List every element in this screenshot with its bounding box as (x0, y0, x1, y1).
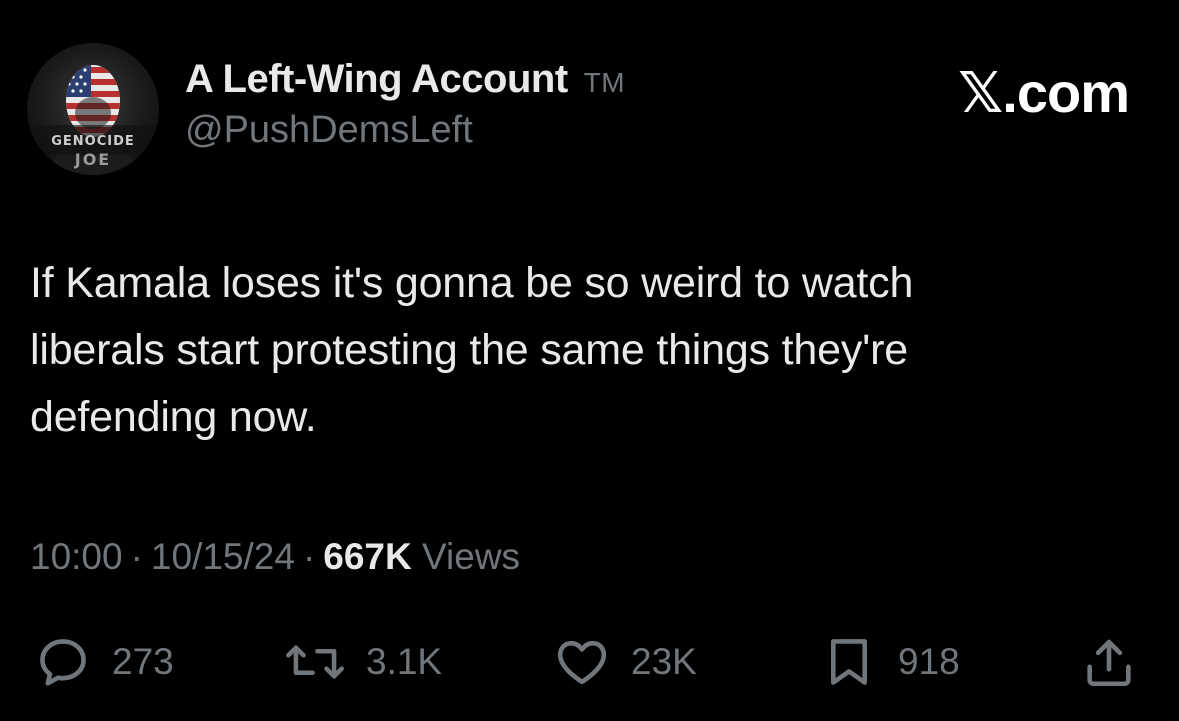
tweet-date[interactable]: 10/15/24 (151, 536, 295, 577)
views-count: 667K (323, 536, 412, 577)
meta-separator: · (302, 536, 316, 577)
share-button[interactable] (1080, 632, 1138, 692)
svg-text:GENOCIDE: GENOCIDE (51, 134, 135, 149)
heart-icon (557, 640, 607, 685)
author-handle[interactable]: @PushDemsLeft (185, 109, 473, 152)
repost-icon (286, 645, 344, 679)
reply-button[interactable]: 273 (34, 632, 174, 692)
avatar-image: GENOCIDE JOE (27, 65, 159, 175)
like-count: 23K (631, 641, 697, 682)
tweet-text-line: If Kamala loses it's gonna be so weird t… (30, 259, 914, 307)
tweet-time[interactable]: 10:00 (30, 536, 123, 577)
tweet-meta: 10:00 · 10/15/24 · 667K Views (30, 536, 520, 578)
author-display-name[interactable]: A Left-Wing Account (185, 57, 568, 102)
repost-button[interactable]: 3.1K (284, 632, 442, 692)
trademark-badge: TM (583, 67, 626, 98)
tweet-text-line: defending now. (30, 393, 317, 441)
bookmark-count: 918 (898, 641, 960, 682)
tweet-text: If Kamala loses it's gonna be so weird t… (30, 250, 1150, 451)
share-icon (1087, 639, 1131, 687)
like-button[interactable]: 23K (553, 632, 697, 692)
tweet-card: GENOCIDE JOE A Left-Wing Account TM @Pus… (0, 0, 1179, 721)
bookmark-icon (830, 639, 868, 685)
reply-count: 273 (112, 641, 174, 682)
bookmark-button[interactable]: 918 (820, 632, 960, 692)
repost-count: 3.1K (366, 641, 443, 682)
avatar[interactable]: GENOCIDE JOE (27, 43, 159, 175)
reply-icon (40, 639, 86, 686)
svg-text:JOE: JOE (74, 150, 111, 169)
views-label: Views (422, 536, 521, 577)
meta-separator: · (130, 536, 143, 577)
x-logo: 𝕏.com (958, 61, 1130, 124)
author-name-row: A Left-Wing Account TM (185, 57, 625, 102)
tweet-text-line: liberals start protesting the same thing… (30, 326, 908, 374)
